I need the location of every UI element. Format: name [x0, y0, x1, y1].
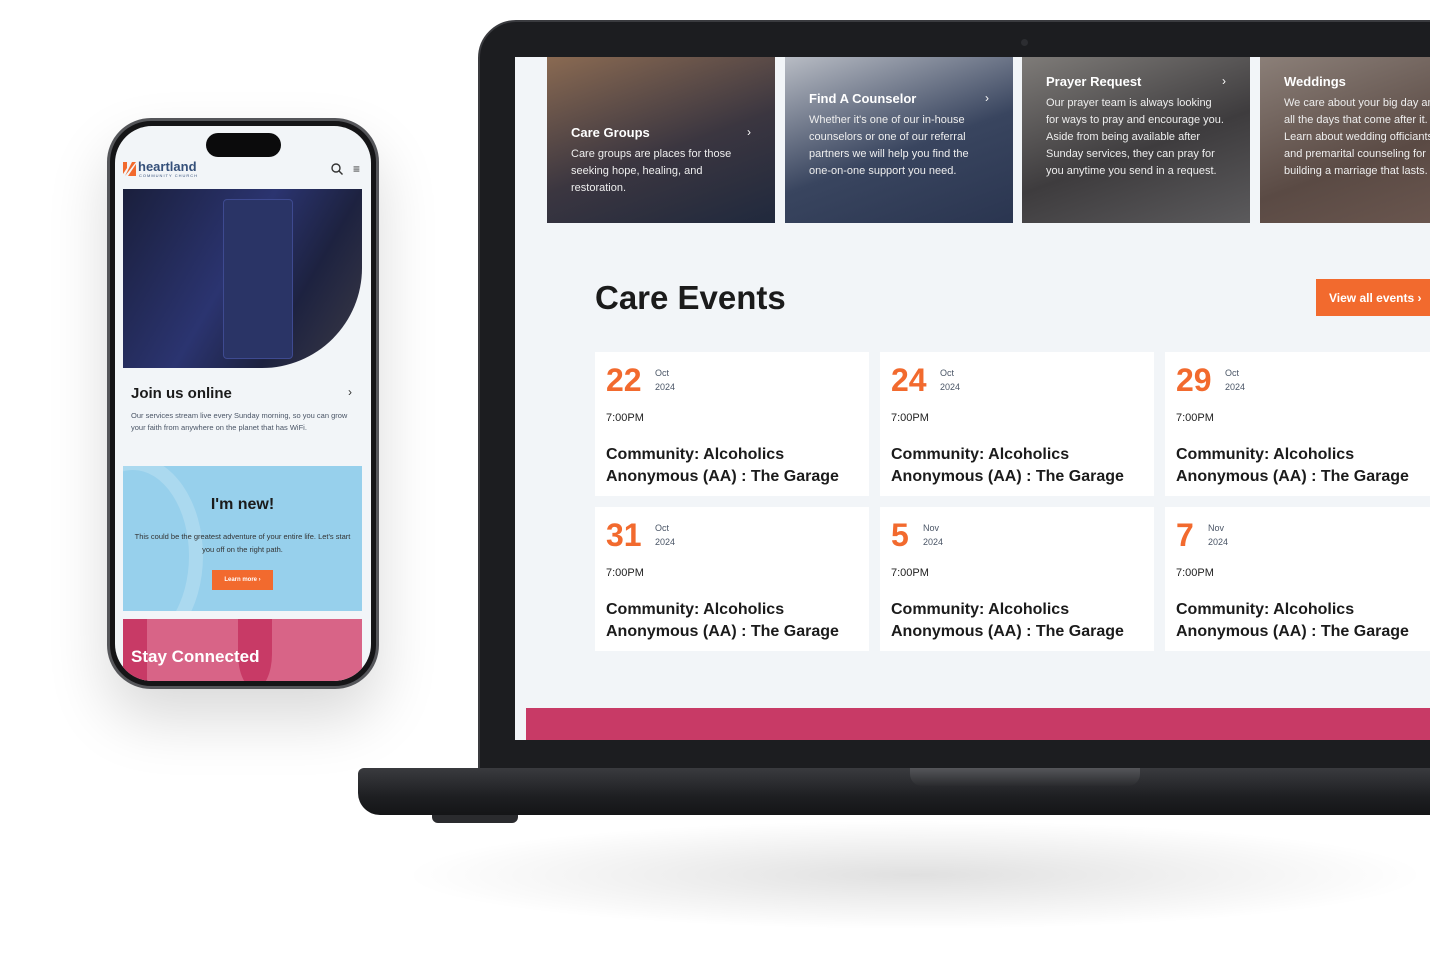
event-year: 2024: [940, 382, 961, 392]
event-time: 7:00PM: [606, 412, 644, 424]
button-label: View all events: [1329, 291, 1415, 305]
laptop-base: [358, 768, 1430, 815]
event-card[interactable]: 5 Nov 2024 7:00PM Community: Alcoholics A…: [880, 507, 1154, 651]
card-text: Whether it's one of our in-house counsel…: [809, 114, 969, 177]
event-day: 5: [891, 517, 909, 553]
event-month: Oct: [655, 523, 670, 533]
event-title[interactable]: Community: Alcoholics Anonymous (AA) : T…: [1176, 599, 1430, 643]
event-title[interactable]: Community: Alcoholics Anonymous (AA) : T…: [891, 599, 1154, 643]
laptop-foot: [432, 815, 518, 823]
camera-icon: [1021, 39, 1028, 46]
event-time: 7:00PM: [891, 412, 929, 424]
logo-text: heartland: [138, 159, 197, 174]
event-month-year: Oct 2024: [1225, 366, 1245, 394]
chevron-right-icon: ›: [747, 125, 751, 139]
card-text: We care about your big day and all the d…: [1284, 97, 1430, 177]
stay-connected-section: Stay Connected: [123, 619, 362, 681]
laptop-notch: [910, 768, 1140, 786]
event-month: Oct: [940, 368, 955, 378]
event-time: 7:00PM: [891, 567, 929, 579]
event-time: 7:00PM: [1176, 412, 1214, 424]
event-day: 24: [891, 362, 927, 398]
pink-section: [526, 708, 1430, 740]
view-all-events-button[interactable]: View all events ›: [1316, 279, 1430, 316]
event-day: 31: [606, 517, 642, 553]
card-title: Weddings: [1284, 74, 1346, 89]
event-day: 7: [1176, 517, 1194, 553]
card-title: Prayer Request: [1046, 74, 1142, 89]
event-card[interactable]: 7 Nov 2024 7:00PM Community: Alcoholics A…: [1165, 507, 1430, 651]
chevron-right-icon: ›: [1222, 74, 1226, 88]
event-month-year: Oct 2024: [655, 521, 675, 549]
event-year: 2024: [1208, 537, 1229, 547]
logo-mark: [123, 162, 136, 176]
hero-image: [123, 189, 362, 368]
event-time: 7:00PM: [1176, 567, 1214, 579]
button-label: Learn more: [224, 577, 257, 583]
event-year: 2024: [655, 382, 676, 392]
event-card[interactable]: 29 Oct 2024 7:00PM Community: Alcoholics …: [1165, 352, 1430, 496]
event-card[interactable]: 31 Oct 2024 7:00PM Community: Alcoholics …: [595, 507, 869, 651]
service-card-find-a-counselor[interactable]: › Find A Counselor Whether it's one of o…: [785, 57, 1013, 223]
card-title: Care Groups: [571, 125, 650, 140]
service-card-weddings[interactable]: Weddings We care about your big day and …: [1260, 57, 1430, 223]
service-card-care-groups[interactable]: › Care Groups Care groups are places for…: [547, 57, 775, 223]
card-title: Find A Counselor: [809, 91, 917, 106]
logo-subtext: COMMUNITY CHURCH: [139, 173, 199, 178]
join-text: Our services stream live every Sunday mo…: [131, 411, 348, 432]
search-icon[interactable]: [331, 163, 343, 178]
chevron-right-icon: ›: [1417, 291, 1422, 305]
event-month: Oct: [1225, 368, 1240, 378]
event-month: Nov: [1208, 523, 1225, 533]
event-year: 2024: [1225, 382, 1246, 392]
event-title[interactable]: Community: Alcoholics Anonymous (AA) : T…: [891, 444, 1154, 488]
stay-connected-title: Stay Connected: [131, 647, 260, 666]
device-shadow: [400, 820, 1430, 930]
event-month: Oct: [655, 368, 670, 378]
event-title[interactable]: Community: Alcoholics Anonymous (AA) : T…: [606, 599, 869, 643]
chevron-right-icon[interactable]: ›: [348, 385, 352, 399]
event-month-year: Oct 2024: [655, 366, 675, 394]
chevron-right-icon: ›: [985, 91, 989, 105]
event-time: 7:00PM: [606, 567, 644, 579]
section-title: Care Events: [595, 279, 786, 316]
phone-screen: heartland COMMUNITY CHURCH ≡ Join us onl…: [115, 126, 371, 681]
event-day: 29: [1176, 362, 1212, 398]
join-title[interactable]: Join us online: [131, 385, 232, 402]
dynamic-island: [206, 133, 281, 157]
event-month: Nov: [923, 523, 940, 533]
event-card[interactable]: 24 Oct 2024 7:00PM Community: Alcoholics …: [880, 352, 1154, 496]
event-title[interactable]: Community: Alcoholics Anonymous (AA) : T…: [1176, 444, 1430, 488]
event-month-year: Oct 2024: [940, 366, 960, 394]
laptop-screen: › Care Groups Care groups are places for…: [515, 57, 1430, 740]
event-month-year: Nov 2024: [1208, 521, 1228, 549]
menu-icon[interactable]: ≡: [353, 162, 360, 176]
im-new-text: This could be the greatest adventure of …: [134, 532, 351, 554]
im-new-section: I'm new! This could be the greatest adve…: [123, 466, 362, 611]
learn-more-button[interactable]: Learn more ›: [212, 570, 273, 590]
service-card-prayer-request[interactable]: › Prayer Request Our prayer team is alwa…: [1022, 57, 1250, 223]
event-day: 22: [606, 362, 642, 398]
card-text: Care groups are places for those seeking…: [571, 148, 732, 194]
event-year: 2024: [655, 537, 676, 547]
event-card[interactable]: 22 Oct 2024 7:00PM Community: Alcoholics …: [595, 352, 869, 496]
event-title[interactable]: Community: Alcoholics Anonymous (AA) : T…: [606, 444, 869, 488]
event-year: 2024: [923, 537, 944, 547]
card-text: Our prayer team is always looking for wa…: [1046, 97, 1224, 177]
event-month-year: Nov 2024: [923, 521, 943, 549]
im-new-title: I'm new!: [210, 496, 275, 513]
